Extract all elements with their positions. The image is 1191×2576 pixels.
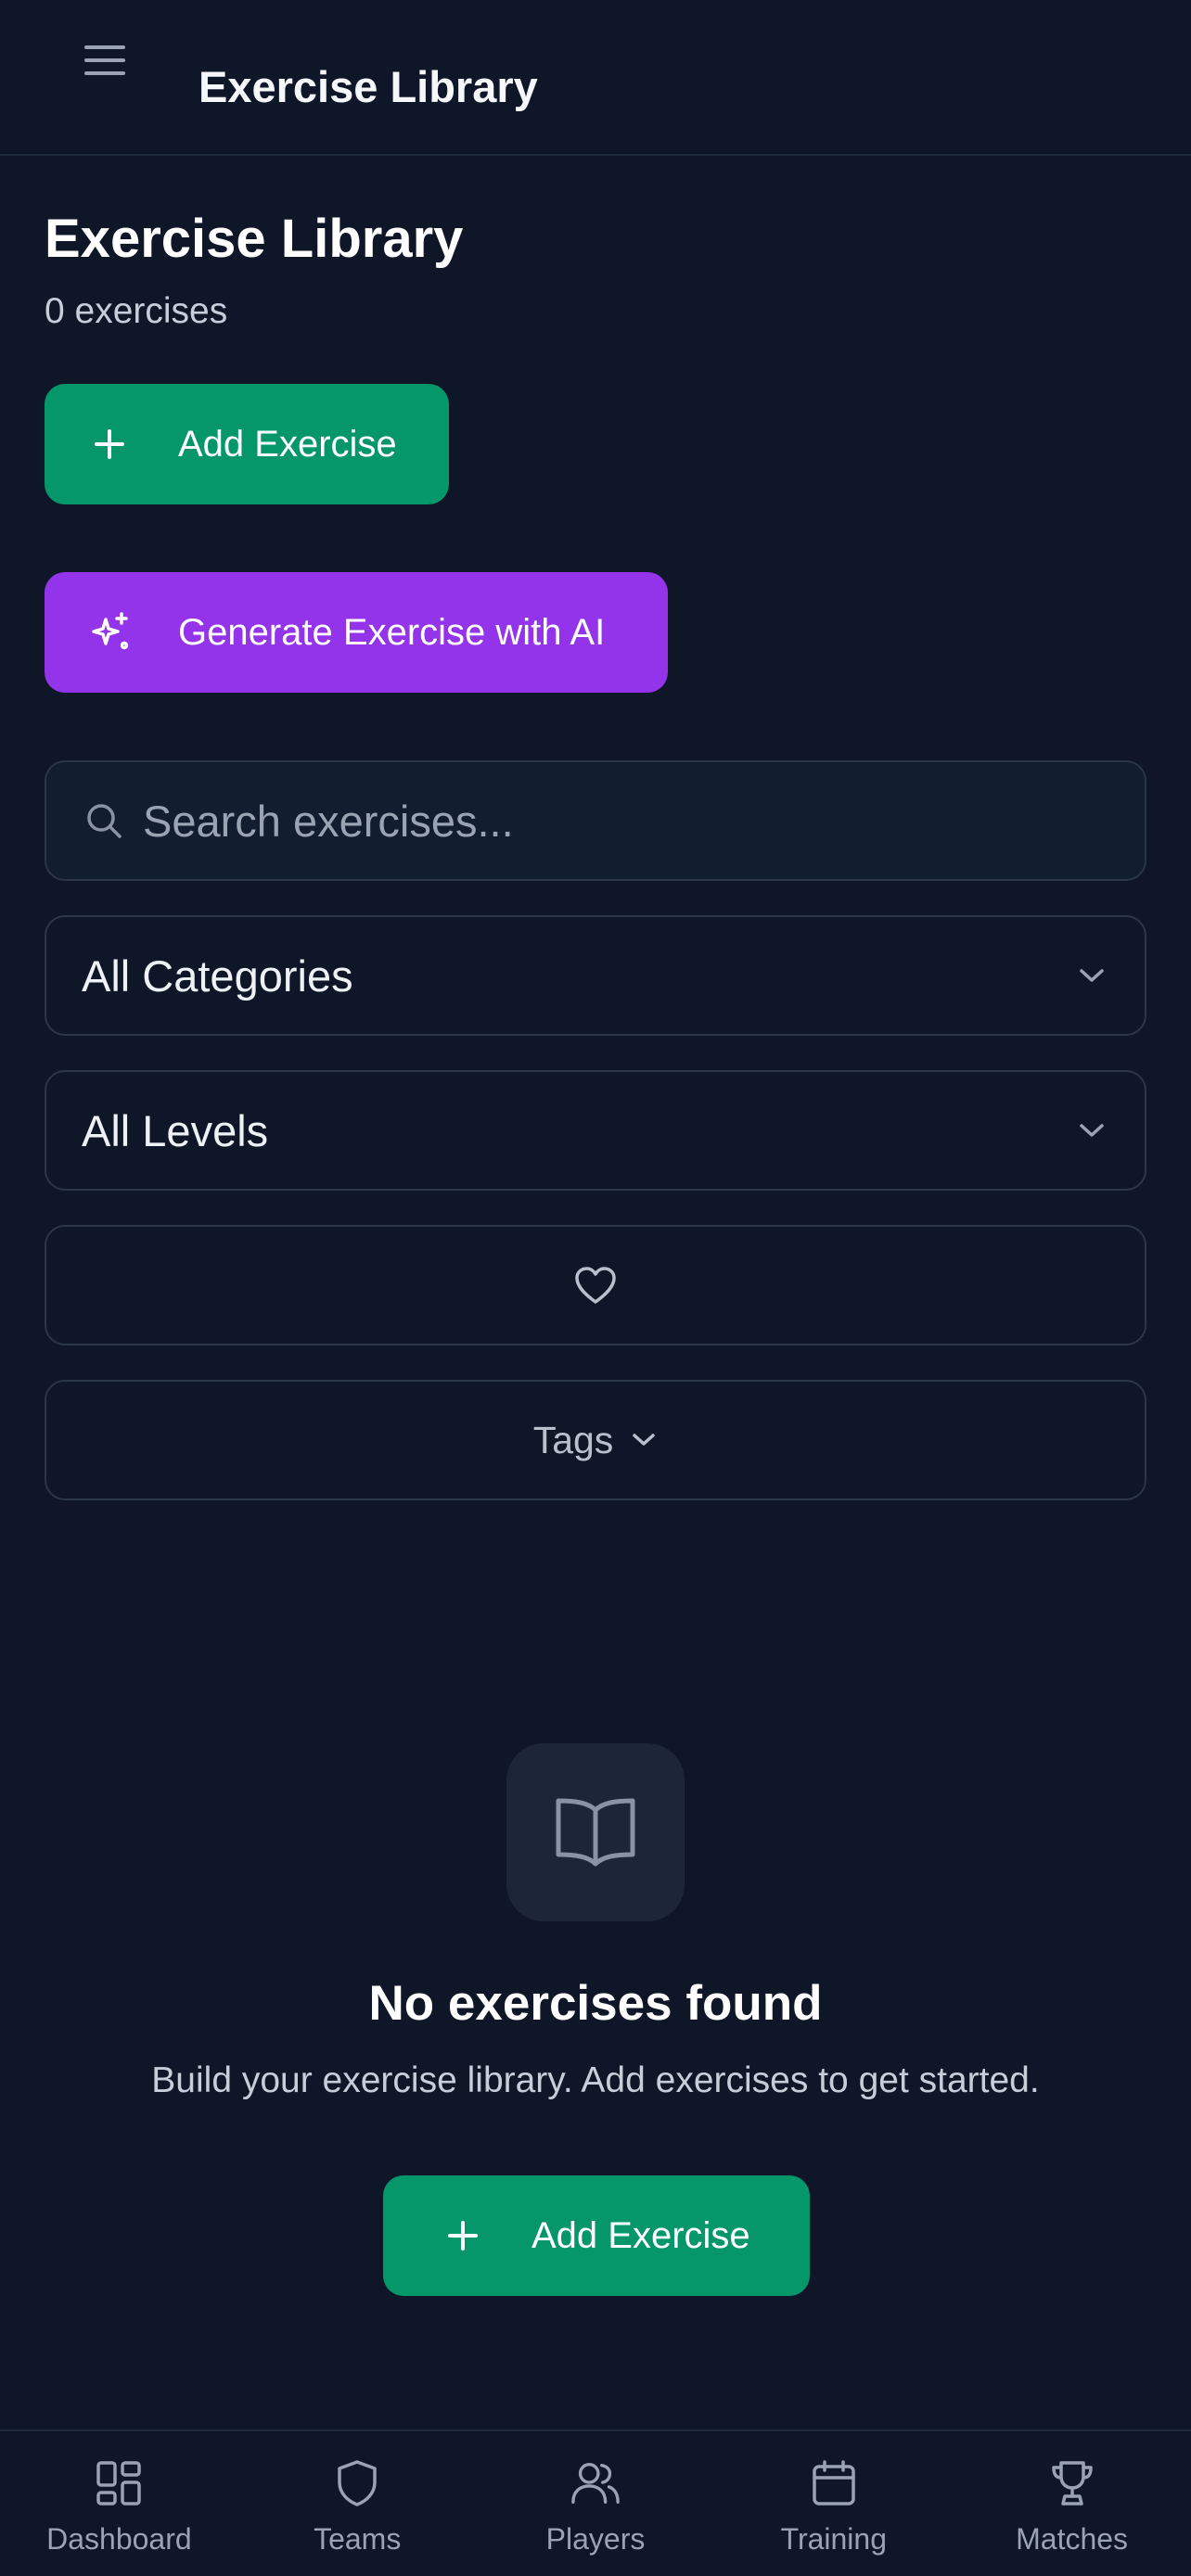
level-select[interactable]: All Levels xyxy=(45,1070,1146,1191)
plus-icon xyxy=(87,422,132,466)
hamburger-menu-icon xyxy=(84,45,125,75)
empty-state-icon-wrapper xyxy=(506,1743,685,1921)
empty-state-title: No exercises found xyxy=(368,1976,823,2031)
tags-label: Tags xyxy=(532,1418,614,1461)
heart-icon xyxy=(575,1267,616,1304)
exercise-count: 0 exercises xyxy=(45,291,228,331)
category-select-value: All Categories xyxy=(82,950,353,1001)
nav-label: Dashboard xyxy=(46,2522,192,2556)
add-exercise-label: Add Exercise xyxy=(178,423,397,465)
search-icon xyxy=(82,798,126,843)
nav-label: Training xyxy=(780,2522,887,2556)
sparkles-icon xyxy=(87,610,132,655)
header-title: Exercise Library xyxy=(198,62,538,111)
add-exercise-button[interactable]: Add Exercise xyxy=(45,384,449,504)
search-input[interactable] xyxy=(143,795,1145,847)
nav-label: Teams xyxy=(314,2522,402,2556)
empty-state-add-label: Add Exercise xyxy=(531,2214,750,2256)
empty-state-add-exercise-button[interactable]: Add Exercise xyxy=(383,2175,810,2296)
menu-button[interactable] xyxy=(74,33,135,87)
search-field[interactable] xyxy=(45,760,1146,881)
calendar-icon xyxy=(808,2457,860,2509)
trophy-icon xyxy=(1046,2457,1098,2509)
bottom-navigation: Dashboard Teams Players Training Matches xyxy=(0,2429,1191,2576)
nav-item-dashboard[interactable]: Dashboard xyxy=(0,2431,238,2576)
chevron-down-icon xyxy=(1080,969,1104,982)
level-select-value: All Levels xyxy=(82,1105,269,1155)
chevron-down-icon xyxy=(1080,1124,1104,1137)
generate-ai-button[interactable]: Generate Exercise with AI xyxy=(45,572,668,693)
nav-label: Players xyxy=(545,2522,646,2556)
generate-ai-label: Generate Exercise with AI xyxy=(178,611,606,653)
shield-icon xyxy=(331,2457,383,2509)
book-open-icon xyxy=(556,1798,635,1867)
nav-item-teams[interactable]: Teams xyxy=(238,2431,477,2576)
nav-label: Matches xyxy=(1016,2522,1129,2556)
category-select[interactable]: All Categories xyxy=(45,915,1146,1036)
top-bar: Exercise Library xyxy=(0,0,1191,156)
dashboard-icon xyxy=(93,2457,145,2509)
empty-state-description: Build your exercise library. Add exercis… xyxy=(151,2060,1040,2100)
plus-icon xyxy=(441,2213,485,2258)
nav-item-training[interactable]: Training xyxy=(714,2431,953,2576)
tags-filter[interactable]: Tags xyxy=(45,1380,1146,1500)
nav-item-matches[interactable]: Matches xyxy=(953,2431,1191,2576)
chevron-down-icon xyxy=(633,1434,656,1446)
page-title: Exercise Library xyxy=(45,209,464,269)
users-icon xyxy=(570,2457,621,2509)
favorites-toggle[interactable] xyxy=(45,1225,1146,1345)
nav-item-players[interactable]: Players xyxy=(477,2431,715,2576)
